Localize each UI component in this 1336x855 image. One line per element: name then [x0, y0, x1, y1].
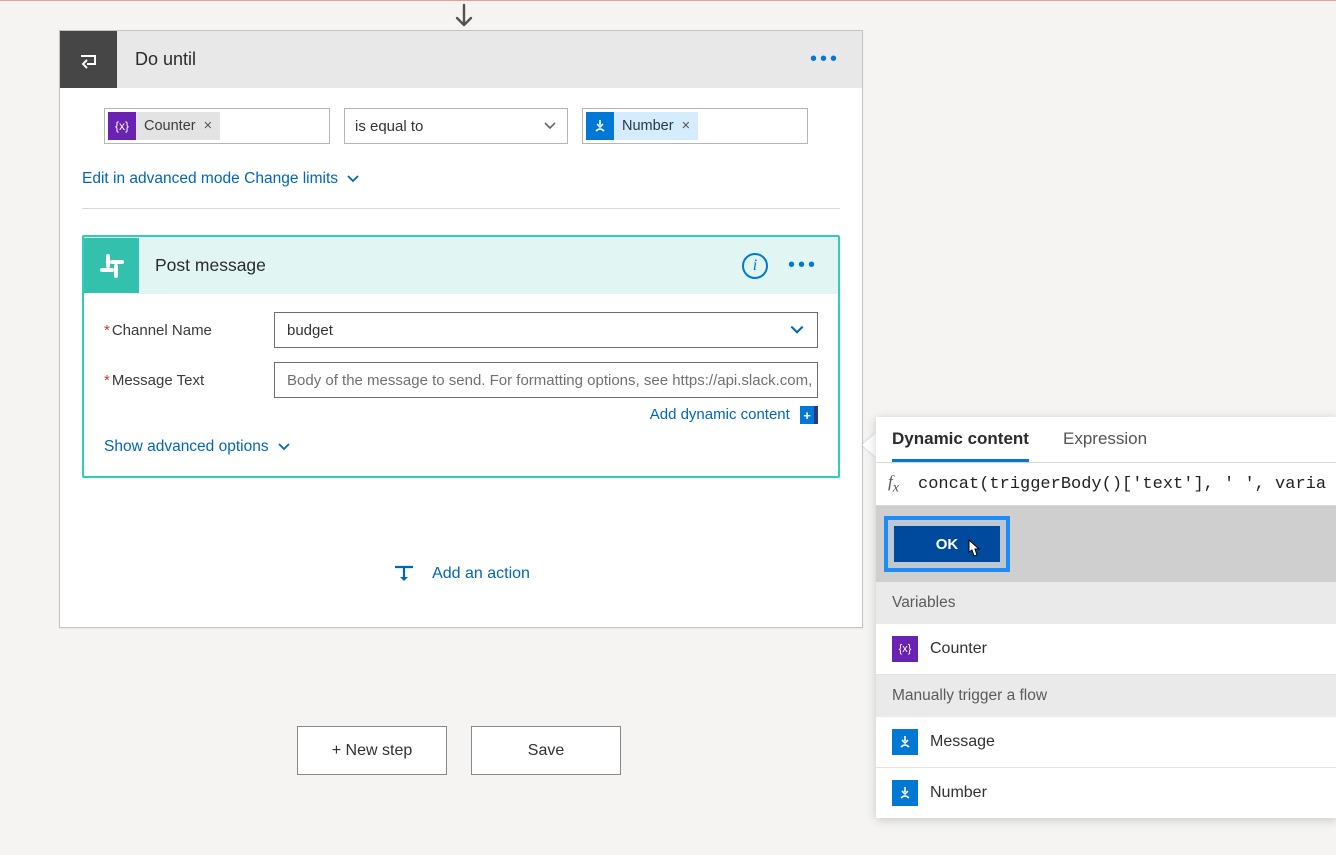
- save-button[interactable]: Save: [471, 726, 621, 775]
- message-text-label: *Message Text: [104, 372, 274, 389]
- remove-token-icon[interactable]: ×: [682, 118, 690, 134]
- post-message-title: Post message: [139, 255, 742, 276]
- do-until-title: Do until: [117, 49, 808, 70]
- panel-tabs: Dynamic content Expression: [876, 417, 1336, 462]
- condition-right-field[interactable]: Number ×: [582, 108, 808, 144]
- chevron-down-icon: [789, 322, 805, 338]
- dc-item-counter[interactable]: {x} Counter: [876, 624, 1336, 675]
- dc-item-message[interactable]: Message: [876, 717, 1336, 768]
- do-until-menu-button[interactable]: •••: [808, 48, 842, 71]
- channel-name-label: *Channel Name: [104, 322, 274, 339]
- token-number[interactable]: Number ×: [586, 112, 698, 140]
- do-until-header[interactable]: Do until •••: [60, 31, 862, 88]
- add-an-action-button[interactable]: Add an action: [392, 562, 530, 586]
- do-until-card: Do until ••• {x} Counter × is equal to: [59, 30, 863, 628]
- message-text-input[interactable]: Body of the message to send. For formatt…: [274, 362, 818, 398]
- tab-expression[interactable]: Expression: [1063, 429, 1147, 462]
- section-variables: Variables: [876, 582, 1336, 624]
- expression-bar[interactable]: fx concat(triggerBody()['text'], ' ', va…: [876, 462, 1336, 506]
- condition-row: {x} Counter × is equal to Number ×: [104, 108, 840, 144]
- dynamic-content-panel: Dynamic content Expression fx concat(tri…: [876, 417, 1336, 818]
- variable-icon: {x}: [892, 636, 918, 662]
- operator-select[interactable]: is equal to: [344, 108, 568, 144]
- variable-icon: {x}: [108, 112, 136, 140]
- expression-text: concat(triggerBody()['text'], ' ', varia: [918, 475, 1326, 494]
- post-message-header[interactable]: Post message i •••: [84, 237, 838, 294]
- post-message-action: Post message i ••• *Channel Name budget …: [82, 235, 840, 478]
- trigger-icon: [586, 112, 614, 140]
- dc-item-number[interactable]: Number: [876, 768, 1336, 818]
- add-action-icon: [392, 562, 416, 586]
- flow-arrow-icon: [452, 3, 476, 29]
- fx-icon: fx: [888, 472, 918, 496]
- add-dynamic-content-icon[interactable]: +: [800, 406, 818, 424]
- chevron-down-icon: [543, 119, 557, 133]
- divider: [82, 208, 840, 209]
- info-icon[interactable]: i: [742, 253, 768, 279]
- cursor-icon: [964, 538, 986, 562]
- footer-buttons: + New step Save: [297, 726, 621, 775]
- change-limits-link[interactable]: Change limits: [244, 170, 360, 188]
- remove-token-icon[interactable]: ×: [204, 118, 212, 134]
- ok-button[interactable]: OK: [894, 526, 1000, 562]
- slack-icon: [84, 238, 139, 293]
- loop-icon: [60, 31, 117, 88]
- panel-pointer-icon: [862, 433, 876, 457]
- edit-advanced-mode-link[interactable]: Edit in advanced mode: [82, 170, 240, 188]
- trigger-icon: [892, 729, 918, 755]
- channel-name-select[interactable]: budget: [274, 312, 818, 348]
- chevron-down-icon: [346, 172, 360, 186]
- post-message-menu-button[interactable]: •••: [786, 254, 820, 277]
- add-dynamic-content-row: Add dynamic content +: [104, 406, 818, 424]
- tab-dynamic-content[interactable]: Dynamic content: [892, 429, 1029, 462]
- new-step-button[interactable]: + New step: [297, 726, 447, 775]
- trigger-icon: [892, 780, 918, 806]
- token-counter[interactable]: {x} Counter ×: [108, 112, 220, 140]
- add-dynamic-content-link[interactable]: Add dynamic content: [650, 406, 790, 423]
- ok-button-highlight: OK: [884, 516, 1010, 572]
- section-trigger: Manually trigger a flow: [876, 675, 1336, 717]
- show-advanced-options-link[interactable]: Show advanced options: [104, 438, 291, 456]
- condition-left-field[interactable]: {x} Counter ×: [104, 108, 330, 144]
- chevron-down-icon: [277, 440, 291, 454]
